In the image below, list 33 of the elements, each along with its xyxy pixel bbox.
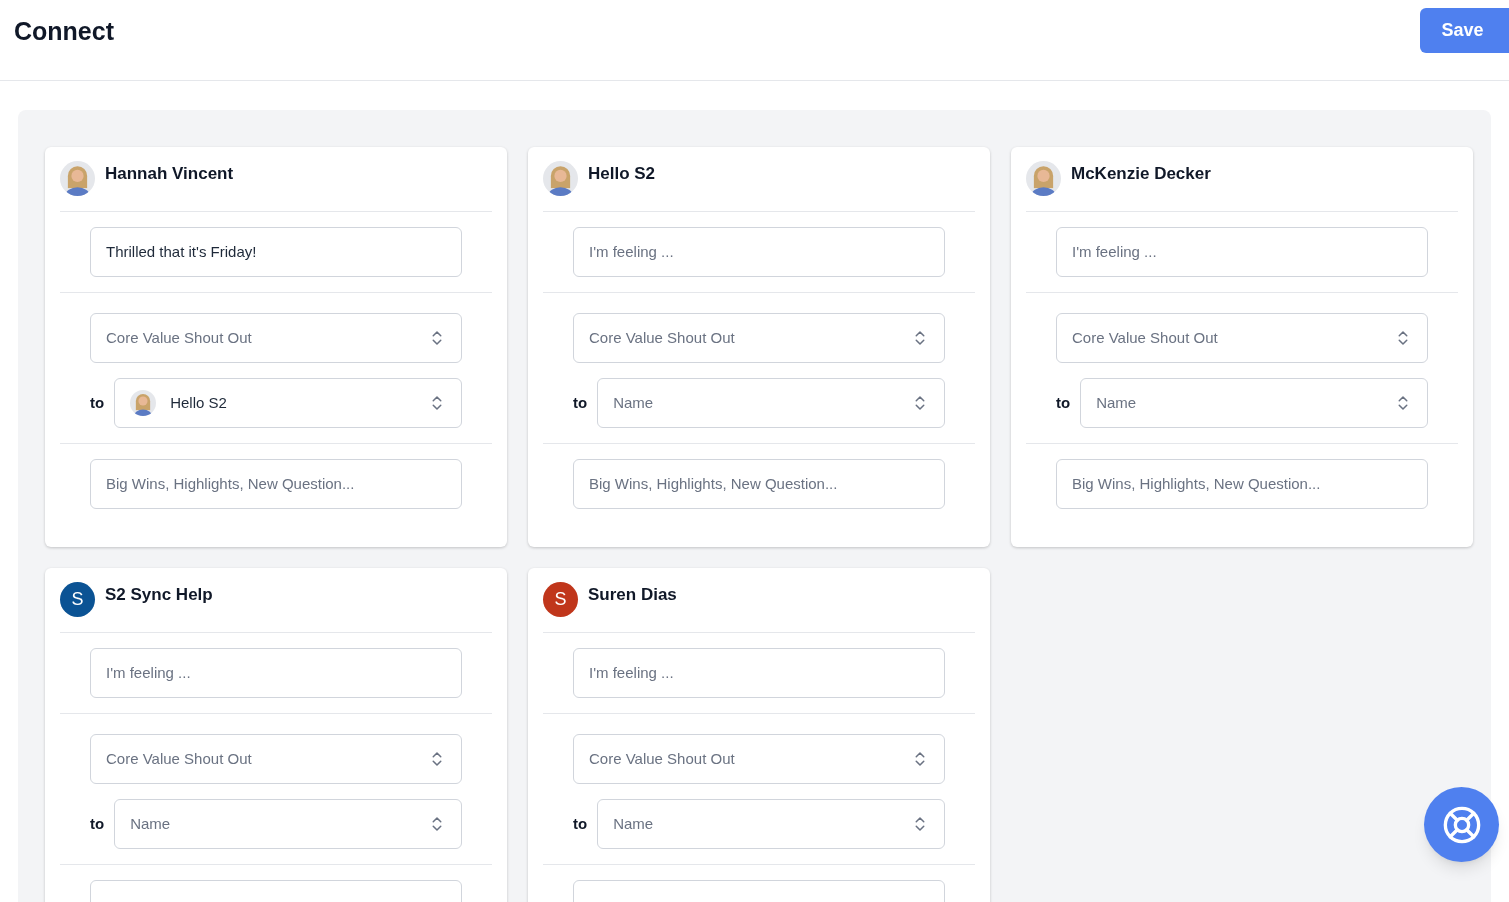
avatar: S xyxy=(543,582,578,617)
wins-field[interactable]: Big Wins, Highlights, New Question... xyxy=(90,459,462,509)
shout-out-select[interactable]: Core Value Shout Out xyxy=(90,313,462,363)
feeling-field[interactable]: I'm feeling ... xyxy=(573,227,945,277)
avatar: S xyxy=(60,582,95,617)
user-name: Hello S2 xyxy=(588,162,656,185)
save-button[interactable]: Save xyxy=(1420,8,1509,53)
user-name: S2 Sync Help xyxy=(105,583,213,606)
user-name: McKenzie Decker xyxy=(1071,162,1211,185)
to-label: to xyxy=(573,813,588,834)
to-label: to xyxy=(90,813,105,834)
recipient-select[interactable]: Name xyxy=(114,799,462,849)
wins-field[interactable]: Big Wins, Highlights, New Question... xyxy=(573,459,945,509)
feeling-field[interactable]: I'm feeling ... xyxy=(1056,227,1428,277)
lifebuoy-icon xyxy=(1441,804,1482,845)
recipient-select[interactable]: Name xyxy=(597,799,945,849)
shout-out-select[interactable]: Core Value Shout Out xyxy=(90,734,462,784)
to-label: to xyxy=(1056,392,1071,413)
page-title: Connect xyxy=(14,16,114,47)
shout-out-select[interactable]: Core Value Shout Out xyxy=(1056,313,1428,363)
user-name: Hannah Vincent xyxy=(105,162,234,185)
recipient-select[interactable]: Hello S2 xyxy=(114,378,462,428)
to-label: to xyxy=(573,392,588,413)
user-name: Suren Dias xyxy=(588,583,677,606)
shout-out-select[interactable]: Core Value Shout Out xyxy=(573,313,945,363)
recipient-select[interactable]: Name xyxy=(1080,378,1428,428)
feeling-field[interactable]: I'm feeling ... xyxy=(90,648,462,698)
feeling-field[interactable]: Thrilled that it's Friday! xyxy=(90,227,462,277)
to-label: to xyxy=(90,392,105,413)
recipient-select[interactable]: Name xyxy=(597,378,945,428)
shout-out-select[interactable]: Core Value Shout Out xyxy=(573,734,945,784)
wins-field[interactable]: Big Wins, Highlights, New Question... xyxy=(1056,459,1428,509)
feeling-field[interactable]: I'm feeling ... xyxy=(573,648,945,698)
